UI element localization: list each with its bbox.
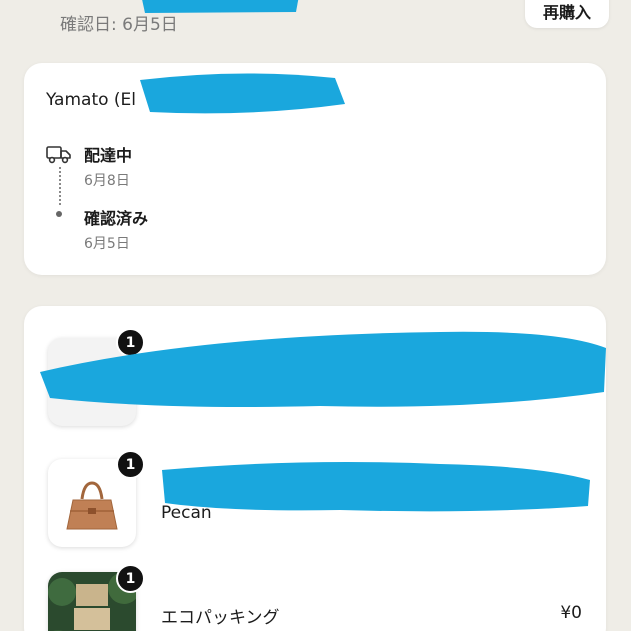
event-date: 6月8日: [84, 173, 130, 189]
item-name: エコパッキング: [161, 608, 280, 628]
event-title: 配達中: [84, 146, 133, 165]
event-date: 6月5日: [84, 236, 130, 252]
order-confirmed-date: 確認日: 6月5日: [60, 15, 178, 35]
rebuy-button[interactable]: 再購入: [525, 0, 609, 28]
truck-icon: [46, 146, 71, 164]
timeline-connector: [59, 167, 61, 205]
item-price: ¥0: [560, 603, 582, 623]
event-title: 確認済み: [84, 209, 149, 228]
item-variant: Pecan: [161, 503, 212, 523]
timeline-dot: [56, 211, 62, 217]
tracking-card: Yamato (El 配達中 6月8日 確認済み 6月5日: [24, 63, 606, 275]
quantity-badge: 1: [116, 328, 145, 357]
carrier-name: Yamato (El: [46, 90, 137, 110]
quantity-badge: 1: [116, 450, 145, 479]
quantity-badge: 1: [116, 564, 145, 593]
order-items-card: 1 1 Pecan 1 エコパッキング ¥0: [24, 306, 606, 631]
